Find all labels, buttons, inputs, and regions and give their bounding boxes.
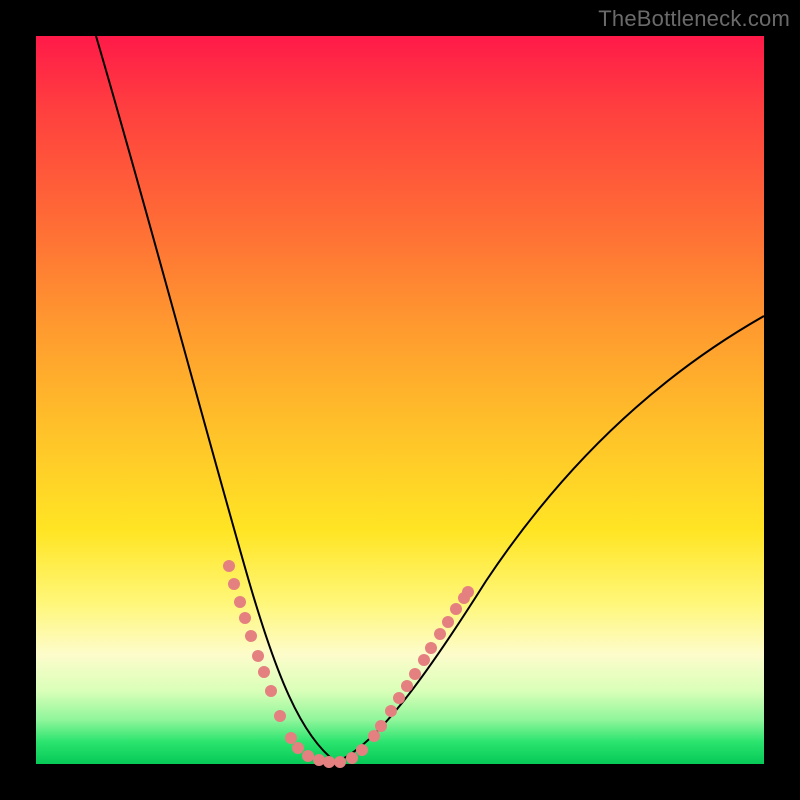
watermark-text: TheBottleneck.com [598, 6, 790, 32]
chart-frame: TheBottleneck.com [0, 0, 800, 800]
curve-left-branch [96, 36, 336, 762]
marker-dots [223, 560, 474, 768]
plot-area [36, 36, 764, 764]
bottleneck-curve-svg [36, 36, 764, 764]
